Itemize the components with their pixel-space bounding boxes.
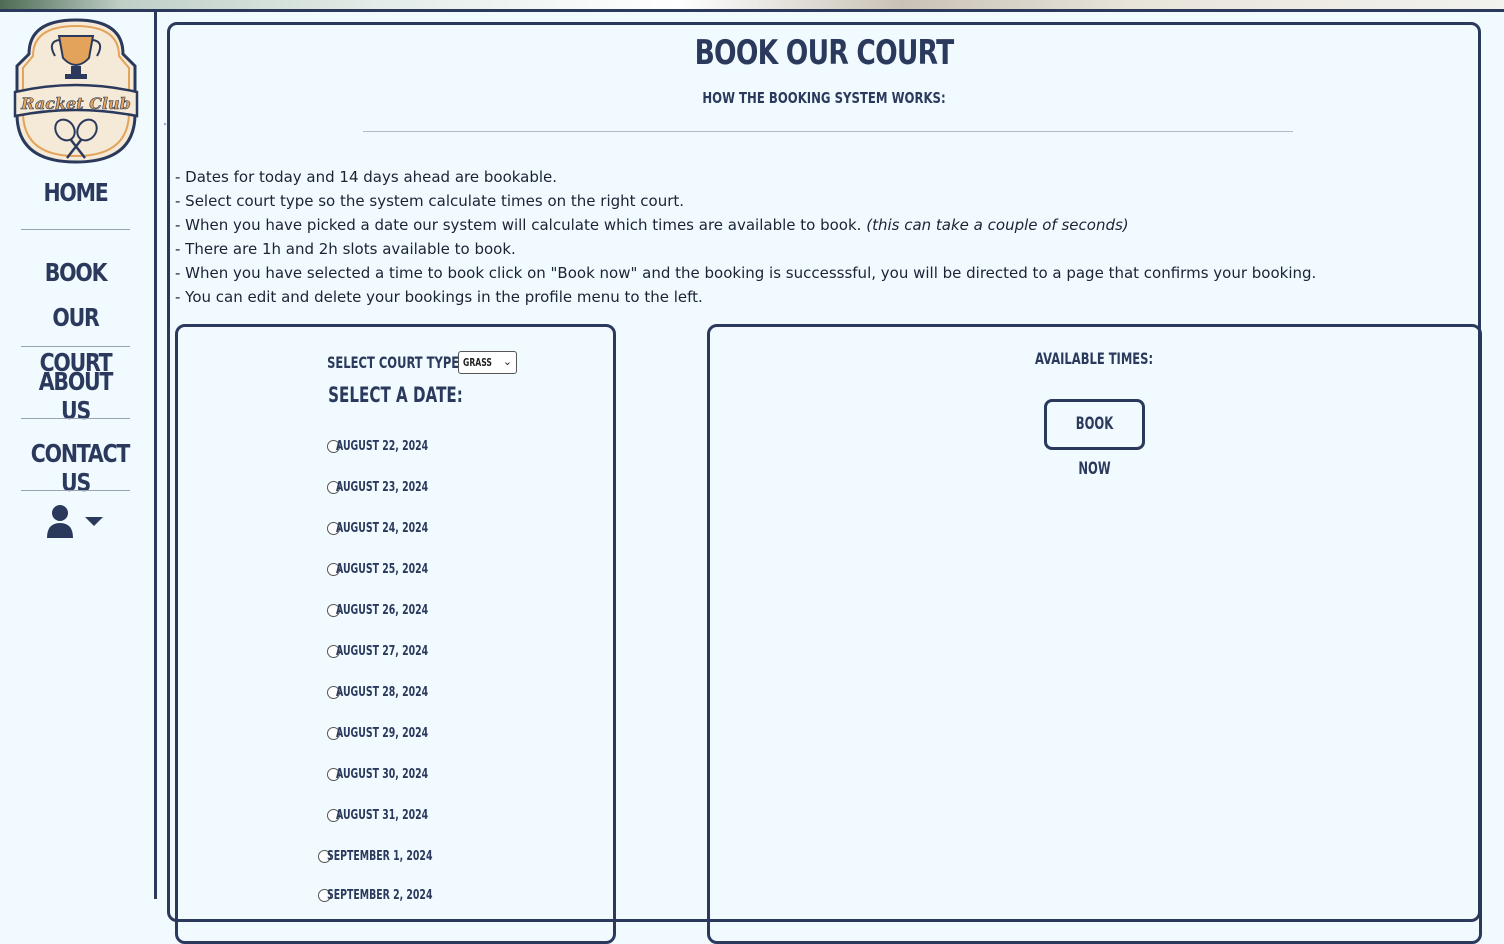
user-icon (47, 505, 73, 538)
date-option[interactable]: AUGUST 23, 2024 (178, 479, 613, 499)
date-selection-panel: SELECT COURT TYPE: GRASS ⌄ SELECT A DATE… (175, 324, 616, 944)
date-option[interactable]: AUGUST 26, 2024 (178, 602, 613, 622)
booking-main-panel: ' BOOK OUR COURT HOW THE BOOKING SYSTEM … (164, 22, 1482, 944)
nav-divider (21, 229, 130, 230)
date-option[interactable]: AUGUST 25, 2024 (178, 561, 613, 581)
book-now-button[interactable]: BOOK NOW (1044, 399, 1145, 479)
instruction-line: - Dates for today and 14 days ahead are … (175, 168, 558, 186)
court-type-select[interactable]: GRASS ⌄ (458, 351, 518, 374)
instructions: - Dates for today and 14 days ahead are … (175, 165, 1316, 309)
nav-book-line1: BOOK OUR (44, 258, 108, 332)
court-type-row: SELECT COURT TYPE: GRASS ⌄ (178, 351, 613, 374)
nav-divider (21, 418, 130, 419)
divider (363, 131, 1293, 132)
sidebar: Racket Club HOME BOOK OUR COURT ABOUT US… (0, 12, 157, 899)
court-type-label: SELECT COURT TYPE: (327, 353, 464, 372)
instruction-note: (this can take a couple of seconds) (866, 216, 1129, 234)
instruction-line: - When you have selected a time to book … (175, 264, 1317, 282)
header-banner-image (0, 0, 1504, 12)
nav-home[interactable]: HOME (31, 178, 120, 207)
stray-mark: ' (164, 122, 166, 133)
date-option[interactable]: AUGUST 30, 2024 (178, 766, 613, 786)
user-profile-menu[interactable] (46, 504, 106, 540)
date-option[interactable]: AUGUST 27, 2024 (178, 643, 613, 663)
court-type-value: GRASS (463, 356, 493, 369)
nav-about-us[interactable]: ABOUT US (31, 367, 120, 425)
instruction-line: - You can edit and delete your bookings … (175, 288, 703, 306)
date-option[interactable]: AUGUST 31, 2024 (178, 807, 613, 827)
page-subtitle: HOW THE BOOKING SYSTEM WORKS: (702, 89, 946, 107)
date-option[interactable]: AUGUST 24, 2024 (178, 520, 613, 540)
nav-divider (21, 490, 130, 491)
caret-down-icon (85, 517, 103, 526)
nav-divider (21, 346, 130, 347)
date-option[interactable]: AUGUST 29, 2024 (178, 725, 613, 745)
available-times-panel: AVAILABLE TIMES: BOOK NOW (707, 324, 1482, 944)
date-option[interactable]: AUGUST 28, 2024 (178, 684, 613, 704)
logo-text: Racket Club (20, 94, 131, 113)
date-option[interactable]: SEPTEMBER 1, 2024 (178, 848, 613, 868)
instruction-line: - There are 1h and 2h slots available to… (175, 240, 516, 258)
select-date-heading: SELECT A DATE: (328, 383, 463, 407)
nav-book-our-court[interactable]: BOOK OUR COURT (31, 250, 120, 385)
nav-contact-us[interactable]: CONTACT US (31, 439, 131, 497)
available-times-label: AVAILABLE TIMES: (1035, 349, 1154, 368)
racket-club-logo[interactable]: Racket Club (9, 16, 143, 164)
date-option[interactable]: AUGUST 22, 2024 (178, 438, 613, 458)
instruction-line: - When you have picked a date our system… (175, 216, 1129, 234)
instruction-line: - Select court type so the system calcul… (175, 192, 685, 210)
date-option[interactable]: SEPTEMBER 2, 2024 (178, 887, 613, 907)
chevron-down-icon: ⌄ (502, 356, 513, 368)
page-title: BOOK OUR COURT (694, 33, 955, 73)
